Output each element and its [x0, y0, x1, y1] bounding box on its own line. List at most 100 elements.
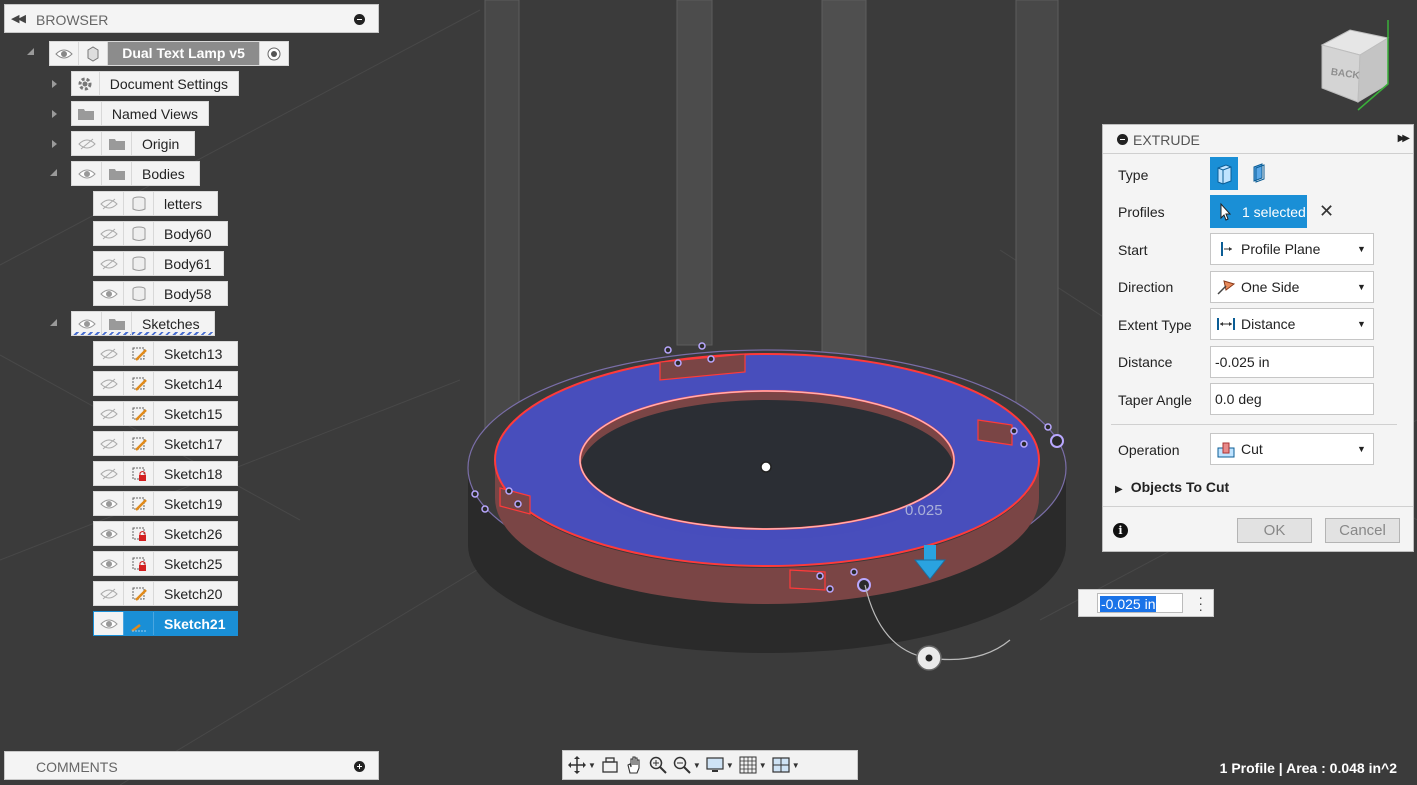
look-at-button[interactable]	[600, 752, 620, 778]
visibility-hidden-icon[interactable]	[94, 432, 124, 455]
direction-dropdown[interactable]: One Side ▼	[1210, 271, 1374, 303]
browser-node-origin[interactable]: Origin	[71, 131, 195, 156]
node-label: Sketches	[142, 315, 200, 332]
browser-node-body[interactable]: Body61	[93, 251, 224, 276]
visibility-eye-icon[interactable]	[72, 312, 102, 335]
visibility-hidden-icon[interactable]	[94, 402, 124, 425]
expand-arrow-icon[interactable]	[52, 140, 57, 148]
clear-selection-icon[interactable]: ✕	[1319, 201, 1334, 222]
viewports-button[interactable]: ▼	[771, 752, 800, 778]
objects-to-cut-label: Objects To Cut	[1130, 479, 1230, 495]
browser-node-body[interactable]: letters	[93, 191, 218, 216]
browser-node-bodies[interactable]: Bodies	[71, 161, 200, 186]
objects-to-cut-section[interactable]: ▶ Objects To Cut	[1115, 479, 1229, 495]
taper-manipulator[interactable]	[916, 645, 942, 671]
visibility-eye-icon[interactable]	[50, 42, 80, 65]
visibility-hidden-icon[interactable]	[94, 582, 124, 605]
taper-angle-input[interactable]: 0.0 deg	[1210, 383, 1374, 415]
browser-root-node[interactable]: Dual Text Lamp v5	[49, 41, 289, 66]
visibility-eye-icon[interactable]	[94, 552, 124, 575]
visibility-eye-icon[interactable]	[94, 612, 124, 635]
orbit-button[interactable]: ▼	[567, 752, 596, 778]
visibility-hidden-icon[interactable]	[94, 192, 124, 215]
browser-node-sketch[interactable]: Sketch19	[93, 491, 238, 516]
node-label: Sketch19	[164, 495, 223, 512]
browser-node-named-views[interactable]: Named Views	[71, 101, 209, 126]
visibility-eye-icon[interactable]	[72, 162, 102, 185]
browser-node-sketch[interactable]: Sketch18	[93, 461, 238, 486]
browser-node-sketch[interactable]: Sketch13	[93, 341, 238, 366]
expand-arrow-icon[interactable]	[52, 110, 57, 118]
browser-node-sketch[interactable]: Sketch26	[93, 521, 238, 546]
grid-settings-button[interactable]: ▼	[738, 752, 767, 778]
visibility-hidden-icon[interactable]	[94, 462, 124, 485]
type-label: Type	[1118, 167, 1149, 183]
expand-arrow-icon[interactable]	[50, 319, 57, 326]
zoom-button[interactable]	[648, 752, 668, 778]
zoom-window-button[interactable]: ▼	[672, 752, 701, 778]
visibility-eye-icon[interactable]	[94, 522, 124, 545]
browser-root-label: Dual Text Lamp v5	[108, 42, 259, 65]
browser-node-document-settings[interactable]: Document Settings	[71, 71, 239, 96]
navigation-toolbar: ▼ ▼ ▼ ▼ ▼	[562, 750, 858, 780]
profiles-selection-button[interactable]: 1 selected	[1210, 195, 1307, 228]
browser-node-sketch[interactable]: Sketch25	[93, 551, 238, 576]
node-label: letters	[164, 195, 203, 212]
expand-dialog-icon[interactable]: ▶▶	[1398, 133, 1411, 144]
orbit-icon	[568, 756, 586, 774]
more-options-icon[interactable]: · · ·	[1198, 590, 1203, 616]
visibility-hidden-icon[interactable]	[94, 222, 124, 245]
pan-button[interactable]	[624, 752, 644, 778]
cancel-button[interactable]: Cancel	[1325, 518, 1400, 543]
visibility-hidden-icon[interactable]	[94, 372, 124, 395]
chevron-down-icon: ▼	[1357, 319, 1366, 329]
browser-node-body[interactable]: Body58	[93, 281, 228, 306]
look-at-icon	[602, 757, 618, 773]
ok-button[interactable]: OK	[1237, 518, 1312, 543]
visibility-eye-icon[interactable]	[94, 492, 124, 515]
one-side-icon	[1215, 278, 1237, 296]
sketch-icon	[124, 402, 154, 425]
type-thin-button[interactable]	[1244, 157, 1272, 190]
node-label: Origin	[142, 135, 180, 152]
body-icon	[124, 282, 154, 305]
sketch-point-large	[857, 578, 871, 592]
visibility-eye-icon[interactable]	[94, 282, 124, 305]
collapse-dialog-icon[interactable]	[1117, 134, 1128, 145]
comments-bar[interactable]: COMMENTS	[4, 751, 379, 780]
expand-arrow-icon[interactable]	[52, 80, 57, 88]
node-label: Body61	[164, 255, 212, 272]
browser-minimize-icon[interactable]	[354, 14, 365, 25]
info-icon[interactable]: i	[1113, 523, 1128, 538]
inline-distance-input[interactable]: -0.025 in	[1097, 593, 1183, 613]
distance-input[interactable]: -0.025 in	[1210, 346, 1374, 378]
visibility-hidden-icon[interactable]	[94, 252, 124, 275]
sketch-icon	[124, 372, 154, 395]
visibility-hidden-icon[interactable]	[72, 132, 102, 155]
visibility-hidden-icon[interactable]	[94, 342, 124, 365]
type-solid-button[interactable]	[1210, 157, 1238, 190]
sketch-icon	[124, 582, 154, 605]
browser-node-sketch-selected[interactable]: Sketch21	[93, 611, 238, 636]
inline-distance-box: -0.025 in · · ·	[1078, 589, 1214, 617]
comments-title: COMMENTS	[36, 759, 118, 775]
body-icon	[124, 192, 154, 215]
display-settings-button[interactable]: ▼	[705, 752, 734, 778]
browser-node-sketch[interactable]: Sketch17	[93, 431, 238, 456]
expand-arrow-icon[interactable]	[50, 169, 57, 176]
extent-type-dropdown[interactable]: Distance ▼	[1210, 308, 1374, 340]
node-label: Document Settings	[109, 75, 228, 92]
viewcube[interactable]: BACK	[1320, 20, 1390, 111]
expand-arrow-icon[interactable]	[27, 48, 34, 55]
collapse-panel-icon[interactable]: ◀◀	[11, 12, 26, 25]
browser-node-sketches[interactable]: Sketches	[71, 311, 215, 336]
browser-node-sketch[interactable]: Sketch15	[93, 401, 238, 426]
operation-dropdown[interactable]: Cut ▼	[1210, 433, 1374, 465]
browser-node-body[interactable]: Body60	[93, 221, 228, 246]
activate-radio-icon[interactable]	[258, 42, 288, 65]
start-dropdown[interactable]: Profile Plane ▼	[1210, 233, 1374, 265]
browser-node-sketch[interactable]: Sketch14	[93, 371, 238, 396]
body-icon	[124, 222, 154, 245]
browser-node-sketch[interactable]: Sketch20	[93, 581, 238, 606]
add-comment-icon[interactable]	[354, 761, 365, 772]
